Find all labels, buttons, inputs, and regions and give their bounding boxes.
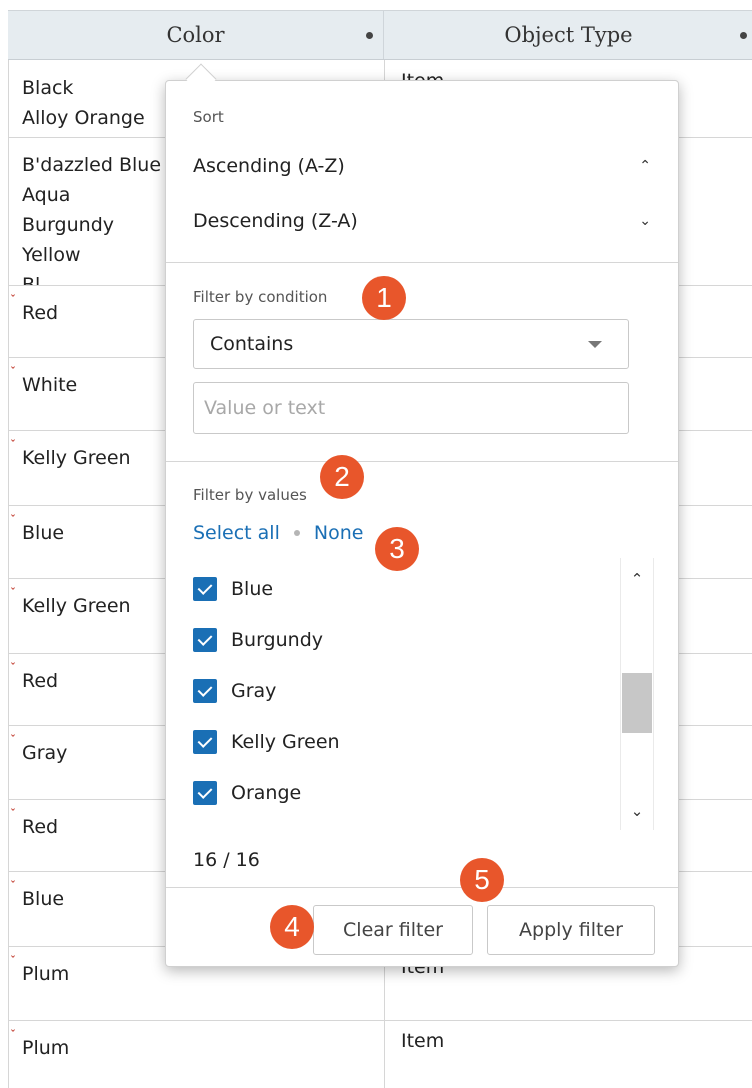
edited-flag-icon: ˇ [11,514,15,526]
filter-value-label: Kelly Green [231,731,340,753]
section-divider [166,887,678,888]
filter-value-label: Blue [231,578,274,600]
clear-filter-button[interactable]: Clear filter [313,905,473,955]
checkbox-checked-icon[interactable] [193,730,217,754]
checkbox-checked-icon[interactable] [193,628,217,652]
color-value: B'dazzled Blue [22,154,162,176]
edited-flag-icon: ˇ [11,439,15,451]
color-value: Plum [22,963,70,985]
callout-badge-4: 4 [270,905,314,949]
edited-flag-icon: ˇ [11,1029,15,1041]
filter-value-item[interactable]: Gray [193,671,613,711]
table-row[interactable]: Plum ˇ Item [8,1020,752,1088]
callout-badge-1: 1 [362,276,406,320]
color-value: Yellow [22,244,81,266]
checkbox-checked-icon[interactable] [193,679,217,703]
filter-condition-label: Filter by condition [193,288,328,306]
column-filter-popup: Sort Ascending (A-Z) ⌃ Descending (Z-A) … [165,80,679,967]
color-value: Kelly Green [22,447,131,469]
color-value: Alloy Orange [22,107,145,129]
color-cell[interactable]: Plum ˇ [8,1020,384,1088]
scrollbar-thumb[interactable] [622,673,652,733]
column-menu-dot-icon[interactable] [740,32,747,39]
column-header-color-label: Color [166,23,225,47]
color-value: Red [22,670,59,692]
column-header-color[interactable]: Color [8,11,384,59]
sort-descending-label: Descending (Z-A) [193,210,358,232]
values-count: 16 / 16 [193,849,260,871]
color-value: Kelly Green [22,595,131,617]
select-none-link[interactable]: None [314,522,364,544]
edited-flag-icon: ˇ [11,808,15,820]
filter-value-item[interactable]: Kelly Green [193,722,613,762]
section-divider [166,262,678,263]
object-type-value: Item [401,1030,445,1052]
filter-value-label: Orange [231,782,302,804]
color-value: Blue [22,888,65,910]
edited-flag-icon: ˇ [11,294,15,306]
edited-flag-icon: ˇ [11,587,15,599]
callout-badge-3: 3 [375,527,419,571]
sort-section-label: Sort [193,108,224,126]
filter-values-list: Blue Burgundy Gray Kelly Green Orange [193,561,653,829]
edited-flag-icon: ˇ [11,662,15,674]
condition-select-value: Contains [210,333,294,355]
select-all-link[interactable]: Select all [193,522,280,544]
sort-ascending-label: Ascending (A-Z) [193,155,345,177]
scroll-up-icon[interactable]: ⌃ [620,562,654,596]
color-value: Gray [22,742,68,764]
color-value: Blue [22,522,65,544]
select-links: Select all None [193,519,363,547]
color-value: Red [22,816,59,838]
filter-value-item[interactable]: Orange [193,773,613,813]
color-value: Plum [22,1037,70,1059]
scroll-down-icon[interactable]: ⌄ [620,794,654,828]
filter-value-item[interactable]: Blue [193,569,613,609]
color-value: Black [22,77,74,99]
filter-value-label: Burgundy [231,629,324,651]
dropdown-caret-icon [588,341,602,348]
callout-badge-2: 2 [320,455,364,499]
color-value: Burgundy [22,214,115,236]
color-value: Bl... [22,274,59,285]
edited-flag-icon: ˇ [11,880,15,892]
section-divider [166,461,678,462]
edited-flag-icon: ˇ [11,955,15,967]
column-menu-dot-icon[interactable] [366,32,373,39]
checkbox-checked-icon[interactable] [193,577,217,601]
column-header-object-type[interactable]: Object Type [385,11,752,59]
filter-value-item[interactable]: Burgundy [193,620,613,660]
callout-badge-5: 5 [460,858,504,902]
chevron-up-icon: ⌃ [639,158,651,174]
values-scrollbar[interactable]: ⌃ ⌄ [620,558,654,830]
edited-flag-icon: ˇ [11,734,15,746]
object-type-cell[interactable]: Item [385,1020,752,1088]
checkbox-checked-icon[interactable] [193,781,217,805]
sort-descending-option[interactable]: Descending (Z-A) ⌄ [193,201,653,241]
filter-values-label: Filter by values [193,486,307,504]
edited-flag-icon: ˇ [11,366,15,378]
filter-value-label: Gray [231,680,277,702]
condition-select[interactable]: Contains [193,319,629,369]
color-value: Aqua [22,184,71,206]
color-value: Red [22,302,59,324]
color-value: White [22,374,78,396]
separator-dot [293,530,300,536]
sort-ascending-option[interactable]: Ascending (A-Z) ⌃ [193,146,653,186]
condition-value-input[interactable] [193,382,629,434]
chevron-down-icon: ⌄ [639,213,651,229]
apply-filter-button[interactable]: Apply filter [487,905,655,955]
column-header-object-type-label: Object Type [504,23,633,47]
grid-header: Color Object Type [8,10,752,60]
